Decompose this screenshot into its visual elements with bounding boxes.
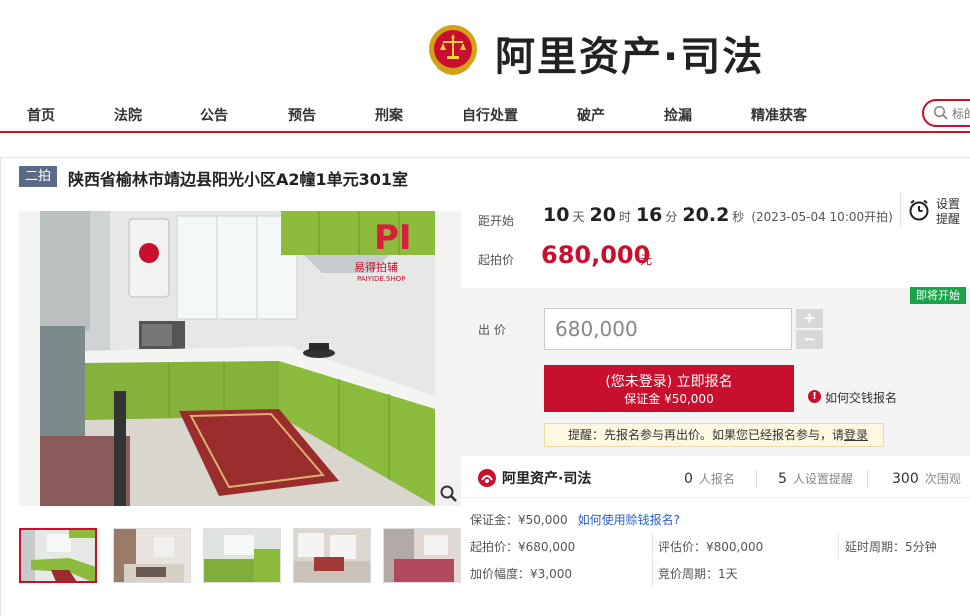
login-link[interactable]: 登录 [844,428,868,442]
signup-count: 0 人报名 [684,471,735,487]
ali-assets-logo-icon [478,469,496,487]
photo-thumbnail-1[interactable] [19,528,97,583]
search-icon[interactable] [933,105,949,121]
brand-title: 阿里资产·司法 [495,34,765,80]
divider [652,560,653,586]
divider [867,470,868,488]
appraisal-price: 评估价：¥800,000 [658,540,764,554]
signup-button[interactable]: (您未登录) 立即报名 保证金 ¥50,000 [544,365,794,412]
photo-watermark: 易得拍辅 [354,260,398,274]
countdown-seconds: 20.2 [682,204,730,226]
divider [756,470,757,488]
site-header: 阿里资产·司法 [0,0,970,95]
countdown-hours: 20 [589,204,616,226]
deposit-help-link[interactable]: 如何使用赊钱报名? [578,513,680,527]
view-count: 300 次围观 [892,471,961,487]
countdown-days: 10 [543,204,570,226]
info-icon: ! [808,390,821,403]
svg-text:PI: PI [374,218,412,258]
alarm-clock-icon[interactable] [907,198,931,222]
thumbnail-bed [384,529,460,582]
start-price-detail: 起拍价：¥680,000 [470,540,576,554]
nav-item-self-disposal[interactable]: 自行处置 [462,105,518,125]
thumbnail-living-room [294,529,370,582]
search-input[interactable] [952,105,970,122]
delay-period: 延时周期：5分钟 [845,540,937,554]
bid-increment: 加价幅度：¥3,000 [470,567,572,581]
nav-item-bankruptcy[interactable]: 破产 [577,105,605,125]
photo-thumbnail-3[interactable] [203,528,281,583]
photo-thumbnail-4[interactable] [293,528,371,583]
thumbnail-bedroom [204,529,280,582]
how-to-pay-link[interactable]: 如何交钱报名 [825,389,897,406]
reminder-count: 5 人设置提醒 [778,471,853,487]
main-nav: 首页 法院 公告 预告 刑案 自行处置 破产 捡漏 精准获客 [0,97,970,133]
zoom-button[interactable] [437,482,461,506]
zoom-icon[interactable] [437,482,461,506]
signup-deposit: 保证金 ¥50,000 [624,392,714,406]
court-emblem-icon [429,25,477,75]
reminder-line1: 设置 [936,197,961,211]
photo-watermark-sub: PAIYIDE.SHOP [357,275,405,283]
deposit-info: 保证金：¥50,000 如何使用赊钱报名? [470,513,680,527]
item-title: 陕西省榆林市靖边县阳光小区A2幢1单元301室 [68,170,409,189]
photo-thumbnail-5[interactable] [383,528,461,583]
nav-item-criminal[interactable]: 刑案 [375,105,403,125]
round-badge: 二拍 [19,166,58,187]
kitchen-photo: PI 易得拍辅 PAIYIDE.SHOP [19,211,461,506]
start-price-value: 680,000 [541,241,651,269]
divider [652,533,653,559]
increase-bid-button[interactable]: + [796,309,823,328]
seconds-unit: 秒 [732,210,745,224]
bidding-cycle: 竞价周期：1天 [658,567,738,581]
divider [838,533,839,559]
status-badge: 即将开始 [910,287,966,304]
thumbnail-room [114,529,190,582]
days-unit: 天 [572,210,585,224]
photo-thumbnail-2[interactable] [113,528,191,583]
reminder-line2: 提醒 [936,212,961,226]
nav-item-announcement[interactable]: 公告 [200,105,228,125]
minutes-unit: 分 [665,210,678,224]
search-box[interactable] [922,99,970,127]
main-photo[interactable]: PI 易得拍辅 PAIYIDE.SHOP [19,211,461,506]
hours-unit: 时 [618,210,631,224]
nav-item-bargain[interactable]: 捡漏 [664,105,692,125]
auction-start-time: (2023-05-04 10:00开拍) [751,210,893,224]
countdown: 10 天 20 时 16 分 20.2 秒 (2023-05-04 10:00开拍) [543,204,893,226]
bid-amount-input[interactable] [544,308,792,350]
nav-item-court[interactable]: 法院 [114,105,142,125]
nav-item-leads[interactable]: 精准获客 [751,105,807,125]
nav-item-home[interactable]: 首页 [27,105,55,125]
countdown-label: 距开始 [478,214,515,228]
bid-label: 出 价 [478,323,506,337]
start-price-label: 起拍价 [478,253,515,267]
login-tip: 提醒：先报名参与再出价。如果您已经报名参与，请登录 [544,423,884,447]
tip-text: 提醒：先报名参与再出价。如果您已经报名参与，请 [568,428,845,442]
countdown-minutes: 16 [635,204,663,226]
stats-brand: 阿里资产·司法 [502,471,592,487]
thumbnail-kitchen [21,530,95,581]
signup-label: (您未登录) 立即报名 [605,374,733,390]
start-price-unit: 元 [640,253,653,267]
decrease-bid-button[interactable]: − [796,330,823,349]
set-reminder-label[interactable]: 设置 提醒 [936,197,960,227]
nav-item-preview[interactable]: 预告 [288,105,316,125]
